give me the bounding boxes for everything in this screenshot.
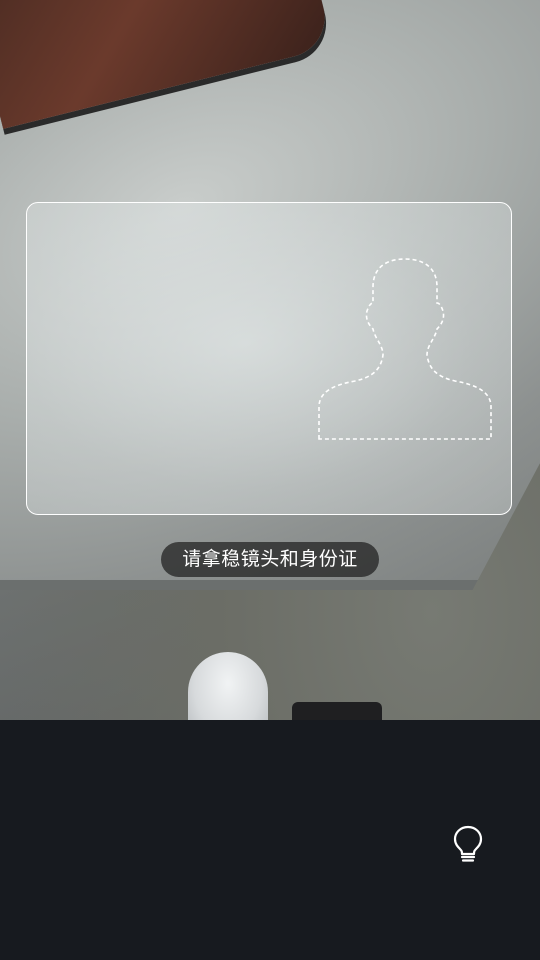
- person-silhouette-icon: [318, 258, 492, 440]
- camera-bag: [292, 702, 382, 720]
- id-card-scan-screen: 请拿稳镜头和身份证: [0, 0, 540, 960]
- scan-hint: 请拿稳镜头和身份证: [161, 542, 379, 577]
- id-card-frame: [26, 202, 512, 515]
- camera-preview: 请拿稳镜头和身份证: [0, 0, 540, 720]
- lightbulb-icon[interactable]: [447, 823, 489, 865]
